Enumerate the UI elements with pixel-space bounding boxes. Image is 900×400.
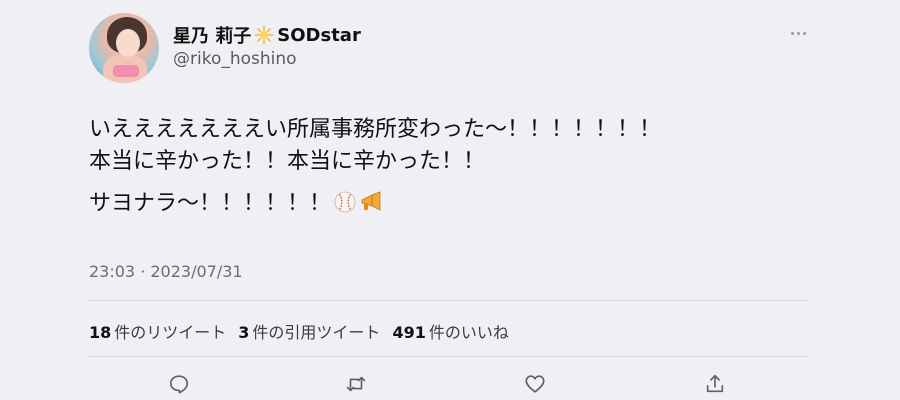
quote-count[interactable]: 3 件の引用ツイート (238, 319, 380, 343)
like-icon (525, 375, 545, 393)
megaphone-icon (361, 191, 381, 211)
reply-icon (169, 375, 189, 394)
quote-count-label: 件の引用ツイート (252, 323, 381, 342)
like-button[interactable] (522, 371, 548, 397)
tweet-card: 星乃 莉子 SODstar @riko_hoshino いえええええええい所属事… (0, 0, 900, 400)
quote-count-number: 3 (238, 323, 250, 342)
like-count-label: 件のいいね (428, 323, 509, 342)
share-icon (706, 374, 724, 393)
display-name[interactable]: 星乃 莉子 (173, 22, 251, 48)
like-count[interactable]: 491 件のいいね (392, 319, 508, 343)
display-name-row[interactable]: 星乃 莉子 SODstar (173, 22, 361, 48)
retweet-count[interactable]: 18 件のリツイート (89, 319, 226, 343)
like-count-number: 491 (392, 323, 426, 342)
user-handle[interactable]: @riko_hoshino (173, 49, 297, 69)
tweet-timestamp[interactable]: 23:03 · 2023/07/31 (89, 262, 243, 281)
divider (89, 356, 809, 357)
tweet-line: サヨナラ〜！！！！！！ (89, 191, 332, 216)
baseball-icon (334, 191, 356, 213)
divider (89, 300, 809, 301)
retweet-icon (346, 376, 366, 392)
more-options-button[interactable] (784, 22, 812, 44)
tweet-line: いえええええええい所属事務所変わった〜！！！！！！！ (89, 117, 662, 142)
retweet-count-number: 18 (89, 323, 112, 342)
retweet-button[interactable] (343, 371, 369, 397)
more-icon (790, 31, 794, 35)
avatar[interactable] (89, 13, 159, 83)
retweet-count-label: 件のリツイート (114, 323, 227, 342)
tweet-line: 本当に辛かった！！本当に辛かった！！ (89, 149, 486, 174)
reply-button[interactable] (166, 371, 192, 397)
share-button[interactable] (702, 371, 728, 397)
tweet-stats: 18 件のリツイート 3 件の引用ツイート 491 件のいいね (89, 318, 521, 344)
tweet-actions (0, 371, 900, 397)
affiliation-name: SODstar (277, 24, 361, 46)
tweet-line-with-emoji: サヨナラ〜！！！！！！ (89, 188, 661, 220)
tweet-text: いえええええええい所属事務所変わった〜！！！！！！！ 本当に辛かった！！本当に辛… (89, 114, 661, 220)
sparkle-icon (254, 25, 274, 45)
